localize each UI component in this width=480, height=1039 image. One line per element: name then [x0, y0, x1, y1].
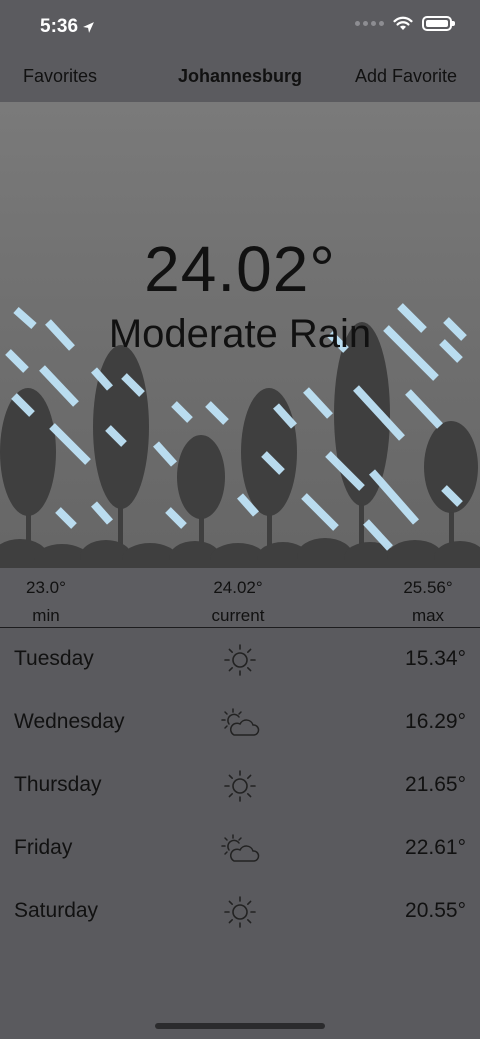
forecast-temp: 20.55° — [405, 899, 466, 922]
location-arrow-icon — [83, 21, 94, 33]
forecast-temp: 22.61° — [405, 836, 466, 859]
partly-cloudy-icon — [221, 708, 260, 736]
status-time: 5:36 — [40, 16, 95, 38]
battery-icon — [422, 16, 455, 31]
status-indicators — [355, 16, 455, 31]
forecast-row[interactable]: Thursday 21.65° — [0, 755, 480, 818]
forecast-temp: 21.65° — [405, 773, 466, 796]
max-temp: 25.56° max — [403, 578, 453, 625]
wifi-icon — [393, 16, 413, 30]
cellular-signal-icon — [355, 21, 384, 26]
forecast-temp: 16.29° — [405, 710, 466, 733]
top-bar: 5:36 Favorites Johannesburg Add Favorite — [0, 0, 480, 102]
forecast-row[interactable]: Wednesday 16.29° — [0, 692, 480, 755]
home-indicator[interactable] — [155, 1023, 325, 1029]
forecast-day: Wednesday — [14, 710, 125, 733]
temperature-summary: 23.0° min 24.02° current 25.56° max — [0, 568, 480, 628]
sun-icon — [224, 896, 256, 928]
forecast-temp: 15.34° — [405, 647, 466, 670]
forecast-day: Tuesday — [14, 647, 94, 670]
forecast-day: Friday — [14, 836, 73, 859]
current-temp: 24.02° current — [211, 578, 265, 625]
add-favorite-button[interactable]: Add Favorite — [355, 66, 457, 87]
forecast-list: Tuesday 15.34° Wednesday 16.29° Thursday… — [0, 629, 480, 944]
forecast-row[interactable]: Saturday 20.55° — [0, 881, 480, 944]
forecast-day: Saturday — [14, 899, 99, 922]
forecast-row[interactable]: Tuesday 15.34° — [0, 629, 480, 692]
partly-cloudy-icon — [221, 834, 260, 862]
min-temp: 23.0° min — [26, 578, 66, 625]
forecast-row[interactable]: Friday 22.61° — [0, 818, 480, 881]
forecast-day: Thursday — [14, 773, 102, 796]
weather-condition: Moderate Rain — [108, 312, 372, 356]
sun-icon — [224, 644, 256, 676]
weather-hero: 24.02° Moderate Rain — [0, 102, 480, 568]
sun-icon — [224, 770, 256, 802]
current-temperature: 24.02° — [144, 233, 336, 305]
